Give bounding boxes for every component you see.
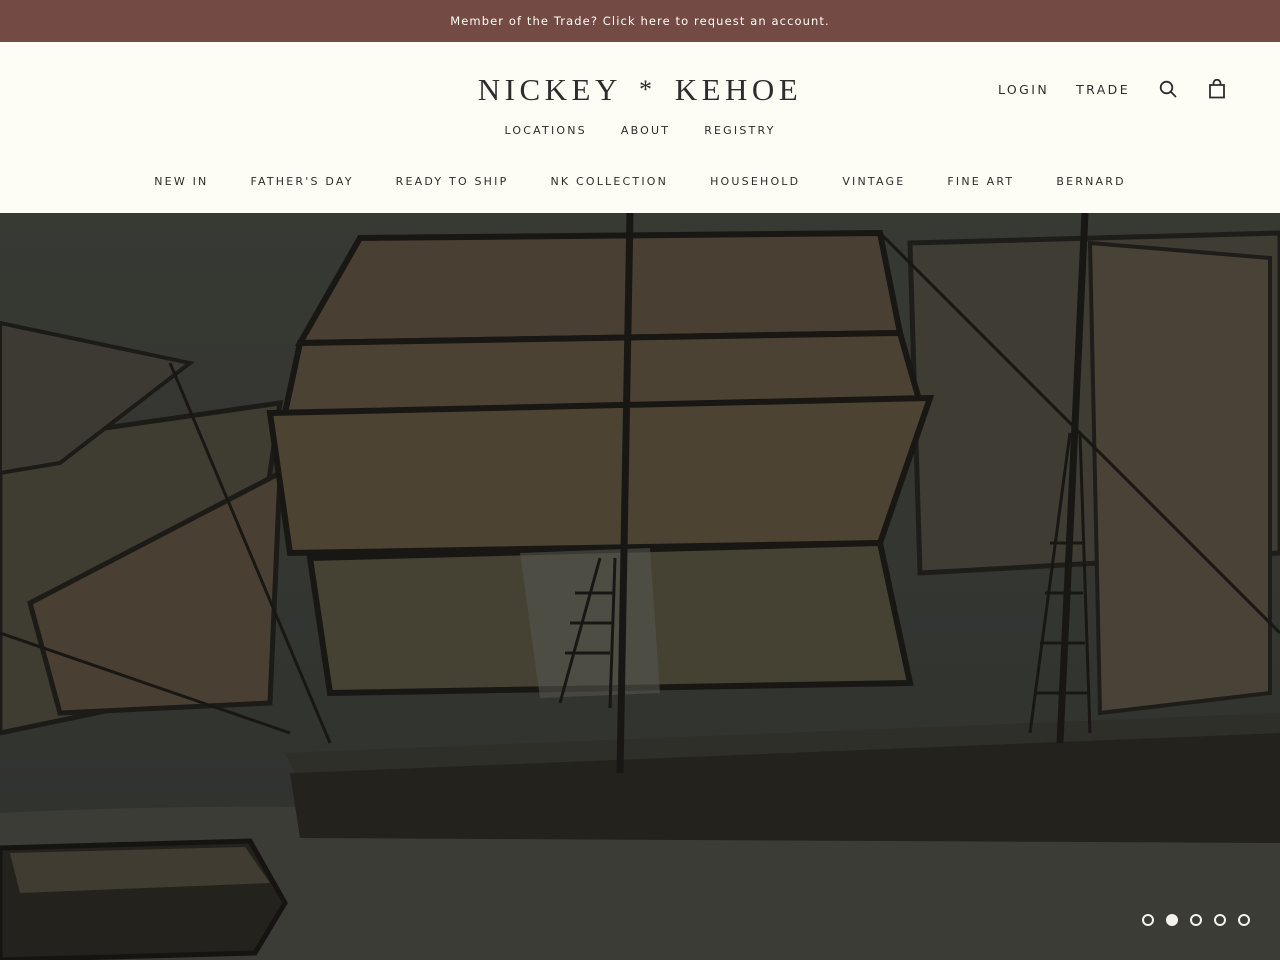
slide-dot-4[interactable] [1214,914,1226,926]
shopping-bag-icon[interactable] [1206,78,1228,100]
trade-link[interactable]: TRADE [1076,82,1130,97]
logo-word-right: KEHOE [674,72,803,107]
nav-fathers-day[interactable]: FATHER'S DAY [250,175,353,188]
nav-about[interactable]: ABOUT [621,124,670,137]
slide-dot-3[interactable] [1190,914,1202,926]
nav-new-in[interactable]: NEW IN [154,175,208,188]
hero-ship-painting [0,213,1280,960]
hero-slideshow[interactable] [0,213,1280,960]
secondary-nav: LOCATIONS ABOUT REGISTRY [0,124,1280,137]
account-links: LOGIN TRADE [998,78,1228,100]
logo-word-left: NICKEY [477,72,621,107]
nav-ready-to-ship[interactable]: READY TO SHIP [396,175,509,188]
main-nav: NEW IN FATHER'S DAY READY TO SHIP NK COL… [0,175,1280,188]
nav-nk-collection[interactable]: NK COLLECTION [550,175,668,188]
slide-dot-1[interactable] [1142,914,1154,926]
nav-registry[interactable]: REGISTRY [704,124,775,137]
search-icon[interactable] [1157,78,1179,100]
slide-dot-5[interactable] [1238,914,1250,926]
nav-bernard[interactable]: BERNARD [1056,175,1125,188]
nav-household[interactable]: HOUSEHOLD [710,175,800,188]
nav-locations[interactable]: LOCATIONS [504,124,586,137]
trade-account-link[interactable]: Member of the Trade? Click here to reque… [450,14,830,28]
site-header: NICKEY * KEHOE LOCATIONS ABOUT REGISTRY … [0,42,1280,213]
login-link[interactable]: LOGIN [998,82,1049,97]
nav-fine-art[interactable]: FINE ART [947,175,1014,188]
slideshow-pagination [1142,914,1250,926]
slide-dot-2[interactable] [1166,914,1178,926]
nav-vintage[interactable]: VINTAGE [842,175,905,188]
announcement-bar: Member of the Trade? Click here to reque… [0,0,1280,42]
logo-asterisk: * [638,75,657,104]
